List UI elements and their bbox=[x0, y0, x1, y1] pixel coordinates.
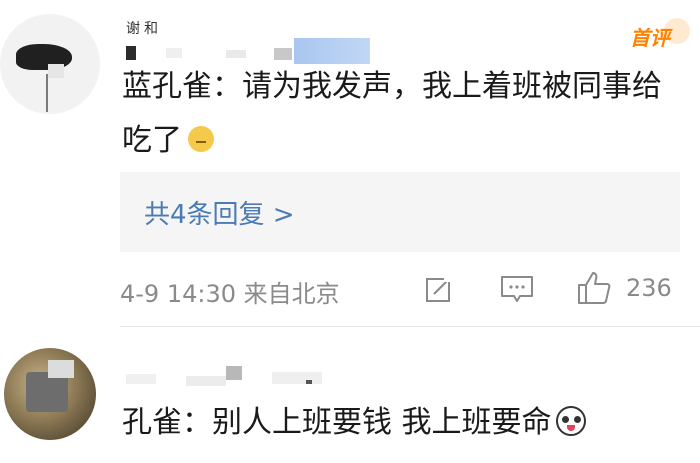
panda-emoji-icon bbox=[555, 406, 586, 436]
sweat-smile-emoji-icon bbox=[188, 126, 214, 152]
mosaic-pixel bbox=[272, 372, 322, 384]
comment-icon[interactable] bbox=[500, 274, 534, 304]
thumbs-up-icon[interactable] bbox=[576, 270, 612, 306]
mosaic-pixel bbox=[274, 48, 292, 60]
divider bbox=[120, 326, 700, 327]
comment-text: 孔雀：别人上班要钱 我上班要命 bbox=[122, 396, 682, 450]
comment-meta: 4-9 14:30 来自北京 236 bbox=[120, 270, 680, 310]
mosaic-pixel bbox=[166, 48, 182, 58]
mosaic-pixel bbox=[126, 374, 156, 384]
timestamp-location: 4-9 14:30 来自北京 bbox=[120, 280, 340, 308]
view-replies-link[interactable]: 共4条回复 > bbox=[144, 194, 295, 231]
replies-panel[interactable]: 共4条回复 > bbox=[120, 172, 680, 252]
comment-body: 孔雀：别人上班要钱 我上班要命 bbox=[122, 405, 552, 440]
comment-list: 谢和 首评 蓝孔雀：请为我发声，我上着班被同事给吃了 共4条回复 > 4-9 1… bbox=[0, 0, 700, 463]
first-comment-badge: 首评 bbox=[630, 26, 670, 50]
avatar[interactable] bbox=[0, 14, 100, 114]
avatar-blur-region bbox=[26, 372, 68, 412]
mosaic-pixel bbox=[186, 376, 226, 386]
avatar-blur-region bbox=[48, 360, 74, 378]
avatar-stem bbox=[46, 74, 48, 112]
mosaic-pixel bbox=[126, 46, 136, 60]
username-partial: 谢和 bbox=[126, 21, 162, 37]
username-obscured[interactable]: 谢和 bbox=[126, 18, 376, 64]
like-count: 236 bbox=[626, 274, 672, 302]
avatar[interactable] bbox=[4, 348, 96, 440]
share-icon[interactable] bbox=[424, 274, 454, 304]
comment-text: 蓝孔雀：请为我发声，我上着班被同事给吃了 bbox=[122, 60, 682, 168]
username-obscured[interactable] bbox=[126, 356, 346, 392]
mosaic-pixel bbox=[226, 366, 242, 380]
avatar-blur-region bbox=[48, 64, 64, 78]
mosaic-pixel bbox=[306, 380, 312, 384]
mosaic-pixel bbox=[226, 50, 246, 58]
